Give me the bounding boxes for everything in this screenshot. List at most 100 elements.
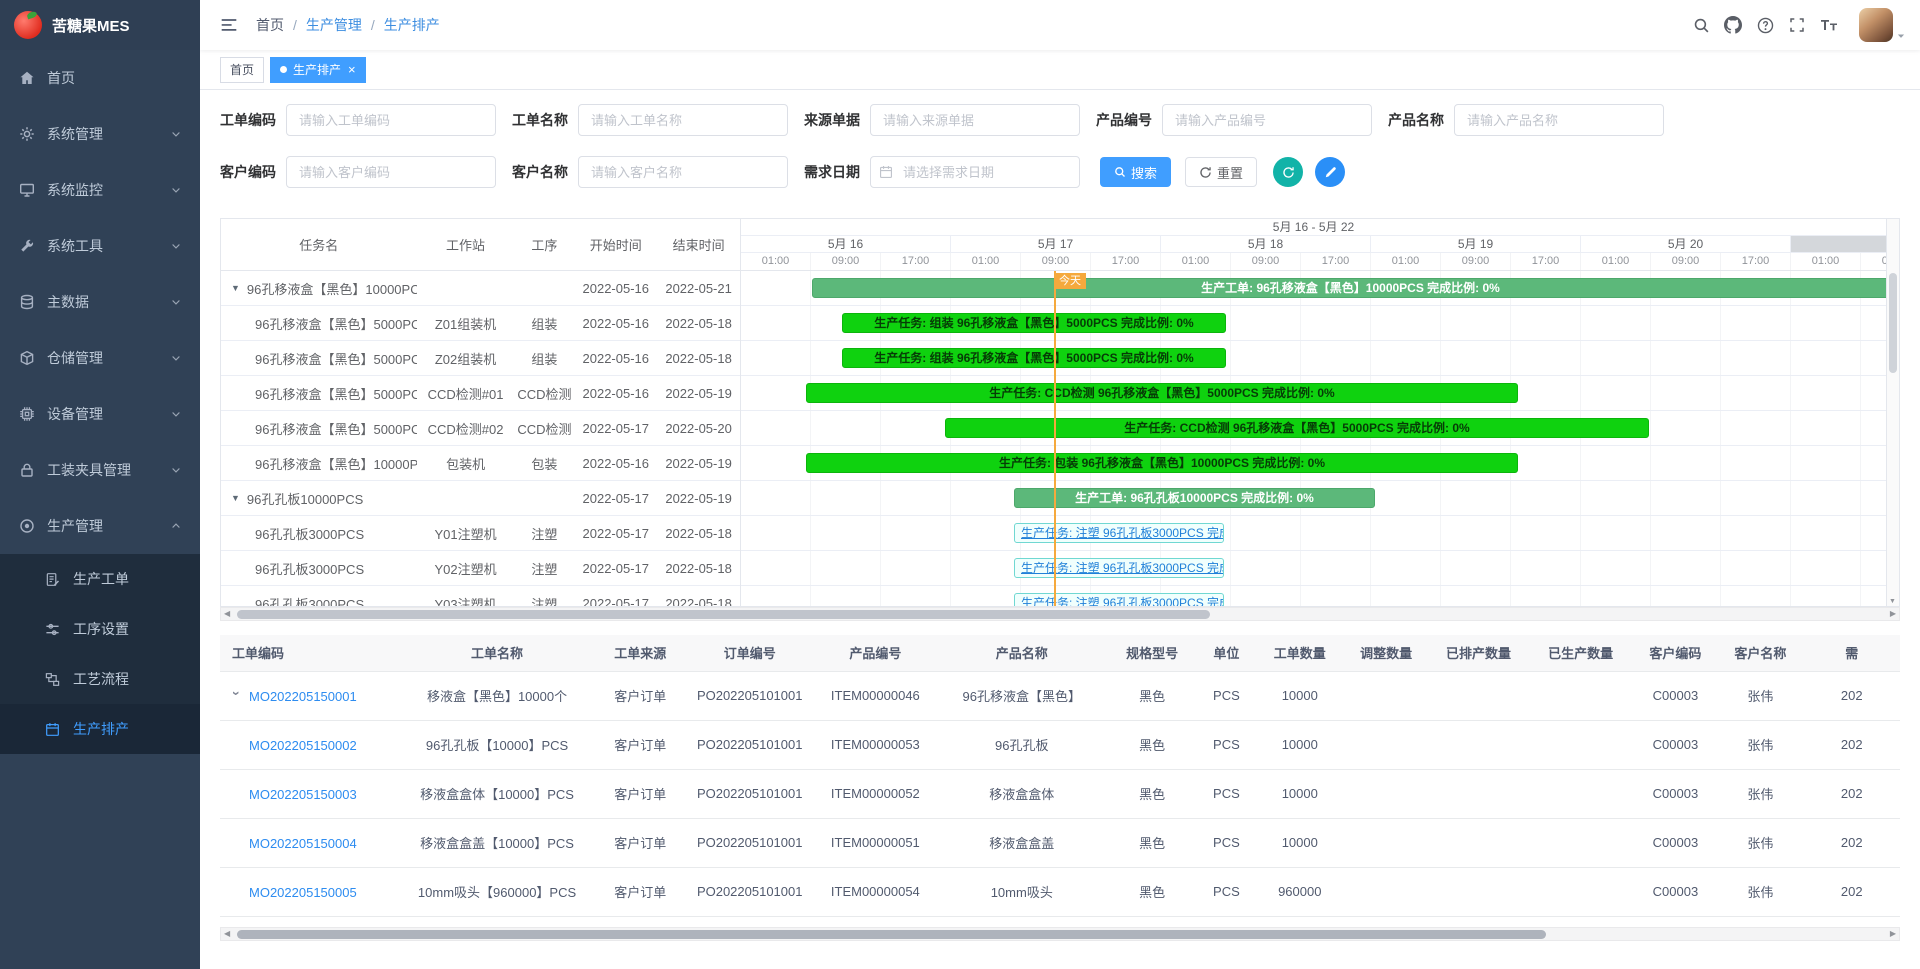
collapse-icon[interactable]: ▼: [231, 493, 240, 503]
scroll-right-icon[interactable]: ▶: [1890, 610, 1896, 618]
order-cell-demand: 202: [1804, 867, 1900, 916]
help-icon[interactable]: [1749, 9, 1781, 41]
tab-0[interactable]: 首页: [220, 57, 264, 83]
github-icon[interactable]: [1717, 9, 1749, 41]
gantt-bar-task[interactable]: 生产任务: 包装 96孔移液盒【黑色】10000PCS 完成比例: 0%: [806, 453, 1518, 473]
order-row[interactable]: ›MO20220515000510mm吸头【960000】PCS客户订单PO20…: [220, 867, 1900, 916]
gantt-cell-end: 2022-05-21: [657, 281, 740, 296]
reset-button[interactable]: 重置: [1185, 157, 1257, 187]
font-size-icon[interactable]: [1813, 9, 1845, 41]
order-cell-demand: 202: [1804, 818, 1900, 867]
gantt-task-row[interactable]: 96孔移液盒【黑色】5000PCSZ01组装机组装2022-05-162022-…: [221, 306, 740, 341]
order-code-link[interactable]: MO202205150005: [249, 885, 357, 900]
sidebar-item[interactable]: 设备管理: [0, 386, 200, 442]
gantt-bar-task[interactable]: 生产任务: 组装 96孔移液盒【黑色】5000PCS 完成比例: 0%: [842, 348, 1226, 368]
order-cell-order_no: PO202205101001: [684, 769, 815, 818]
sidebar-item[interactable]: 系统监控: [0, 162, 200, 218]
order-row[interactable]: ›MO202205150004移液盒盒盖【10000】PCS客户订单PO2022…: [220, 818, 1900, 867]
order-code-link[interactable]: MO202205150001: [249, 689, 357, 704]
gantt-task-row[interactable]: 96孔移液盒【黑色】5000PCSCCD检测#02CCD检测2022-05-17…: [221, 411, 740, 446]
tab-1[interactable]: 生产排产×: [270, 57, 366, 83]
scroll-left-icon[interactable]: ◀: [224, 930, 230, 938]
gantt-cell-name: 96孔移液盒【黑色】5000PCS: [221, 419, 417, 438]
sidebar-subitem[interactable]: 工艺流程: [0, 654, 200, 704]
gantt-cell-station: Y01注塑机: [417, 524, 515, 543]
edit-circle-button[interactable]: [1315, 157, 1345, 187]
filter-input[interactable]: [870, 104, 1080, 136]
scrollbar-thumb[interactable]: [237, 930, 1546, 939]
sidebar-item[interactable]: 仓储管理: [0, 330, 200, 386]
scroll-left-icon[interactable]: ◀: [224, 610, 230, 618]
app-root: 苦糖果MES 首页系统管理系统监控系统工具主数据仓储管理设备管理工装夹具管理生产…: [0, 0, 1920, 969]
filter-input[interactable]: [286, 104, 496, 136]
order-code-link[interactable]: MO202205150004: [249, 836, 357, 851]
gantt-task-row[interactable]: 96孔移液盒【黑色】10000PCS包装机包装2022-05-162022-05…: [221, 446, 740, 481]
order-cell-item_no: ITEM00000053: [815, 720, 935, 769]
user-menu[interactable]: [1859, 8, 1906, 42]
gantt-task-row[interactable]: 96孔移液盒【黑色】5000PCSCCD检测#01CCD检测2022-05-16…: [221, 376, 740, 411]
user-avatar[interactable]: [1859, 8, 1893, 42]
sidebar-menu: 首页系统管理系统监控系统工具主数据仓储管理设备管理工装夹具管理生产管理生产工单工…: [0, 50, 200, 754]
filter-input[interactable]: [286, 156, 496, 188]
gantt-bar-task[interactable]: 生产任务: CCD检测 96孔移液盒【黑色】5000PCS 完成比例: 0%: [806, 383, 1518, 403]
gantt-bar-task[interactable]: 生产任务: CCD检测 96孔移液盒【黑色】5000PCS 完成比例: 0%: [945, 418, 1649, 438]
sidebar-item[interactable]: 系统工具: [0, 218, 200, 274]
filter-input[interactable]: [578, 104, 788, 136]
app-logo[interactable]: 苦糖果MES: [0, 0, 200, 50]
filter-input[interactable]: [1162, 104, 1372, 136]
gantt-task-row[interactable]: ▼96孔孔板10000PCS2022-05-172022-05-19: [221, 481, 740, 516]
sidebar-subitem[interactable]: 工序设置: [0, 604, 200, 654]
gantt-timeline-row: 生产任务: 组装 96孔移液盒【黑色】5000PCS 完成比例: 0%: [741, 341, 1886, 376]
sidebar-item[interactable]: 生产管理: [0, 498, 200, 554]
gantt-task-row[interactable]: 96孔孔板3000PCSY03注塑机注塑2022-05-172022-05-18: [221, 586, 740, 606]
order-code-link[interactable]: MO202205150002: [249, 738, 357, 753]
gantt-bar-task[interactable]: 生产任务: 组装 96孔移液盒【黑色】5000PCS 完成比例: 0%: [842, 313, 1226, 333]
scroll-down-icon[interactable]: ▼: [1889, 598, 1896, 605]
sidebar-item[interactable]: 系统管理: [0, 106, 200, 162]
gantt-cell-process: 组装: [514, 349, 574, 368]
breadcrumb-item[interactable]: 生产管理: [306, 15, 362, 35]
fullscreen-icon[interactable]: [1781, 9, 1813, 41]
sidebar-item[interactable]: 主数据: [0, 274, 200, 330]
gantt-bar-selected[interactable]: 生产任务: 注塑 96孔孔板3000PCS 完成比例: 0%: [1014, 523, 1224, 543]
collapse-icon[interactable]: ▼: [231, 283, 240, 293]
row-expand-icon[interactable]: ›: [229, 691, 245, 701]
gear-icon: [18, 126, 35, 143]
gantt-timeline-row: 生产任务: 注塑 96孔孔板3000PCS 完成比例: 0%: [741, 551, 1886, 586]
search-icon[interactable]: [1685, 9, 1717, 41]
scrollbar-thumb[interactable]: [1889, 273, 1897, 373]
tools-icon: [18, 238, 35, 255]
gantt-horizontal-scrollbar[interactable]: ◀ ▶: [220, 607, 1900, 621]
filter-input[interactable]: [1454, 104, 1664, 136]
gantt-task-row[interactable]: 96孔孔板3000PCSY01注塑机注塑2022-05-172022-05-18: [221, 516, 740, 551]
gantt-bar-order[interactable]: 生产工单: 96孔移液盒【黑色】10000PCS 完成比例: 0%: [812, 278, 1886, 298]
search-button[interactable]: 搜索: [1100, 157, 1171, 187]
order-row[interactable]: ›MO202205150001移液盒【黑色】10000个客户订单PO202205…: [220, 671, 1900, 720]
orders-horizontal-scrollbar[interactable]: ◀ ▶: [220, 927, 1900, 941]
breadcrumb-item[interactable]: 首页: [256, 15, 284, 35]
order-row[interactable]: ›MO202205150003移液盒盒体【10000】PCS客户订单PO2022…: [220, 769, 1900, 818]
scrollbar-thumb[interactable]: [237, 610, 1210, 619]
scroll-right-icon[interactable]: ▶: [1890, 930, 1896, 938]
order-row[interactable]: ›MO20220515000296孔孔板【10000】PCS客户订单PO2022…: [220, 720, 1900, 769]
gantt-task-row[interactable]: 96孔移液盒【黑色】5000PCSZ02组装机组装2022-05-162022-…: [221, 341, 740, 376]
sidebar-item[interactable]: 首页: [0, 50, 200, 106]
order-cell-demand: 202: [1804, 769, 1900, 818]
gantt-bar-selected[interactable]: 生产任务: 注塑 96孔孔板3000PCS 完成比例: 0%: [1014, 593, 1224, 606]
tab-close-icon[interactable]: ×: [348, 63, 356, 76]
sidebar-item[interactable]: 工装夹具管理: [0, 442, 200, 498]
gantt-vertical-scrollbar[interactable]: ▼: [1886, 219, 1899, 606]
order-code-link[interactable]: MO202205150003: [249, 787, 357, 802]
gantt-task-row[interactable]: ▼96孔移液盒【黑色】10000PCS2022-05-162022-05-21: [221, 271, 740, 306]
gantt-hour-header: 09:00: [1651, 253, 1721, 270]
filter-input[interactable]: [578, 156, 788, 188]
refresh-circle-button[interactable]: [1273, 157, 1303, 187]
gantt-bar-selected[interactable]: 生产任务: 注塑 96孔孔板3000PCS 完成比例: 0%: [1014, 558, 1224, 578]
sidebar-subitem[interactable]: 生产工单: [0, 554, 200, 604]
gantt-hour-header: 09:00: [1021, 253, 1091, 270]
gantt-task-row[interactable]: 96孔孔板3000PCSY02注塑机注塑2022-05-172022-05-18: [221, 551, 740, 586]
hamburger-menu-icon[interactable]: [220, 16, 238, 34]
sidebar-subitem[interactable]: 生产排产: [0, 704, 200, 754]
gantt-bar-order[interactable]: 生产工单: 96孔孔板10000PCS 完成比例: 0%: [1014, 488, 1375, 508]
filter-input[interactable]: [870, 156, 1080, 188]
